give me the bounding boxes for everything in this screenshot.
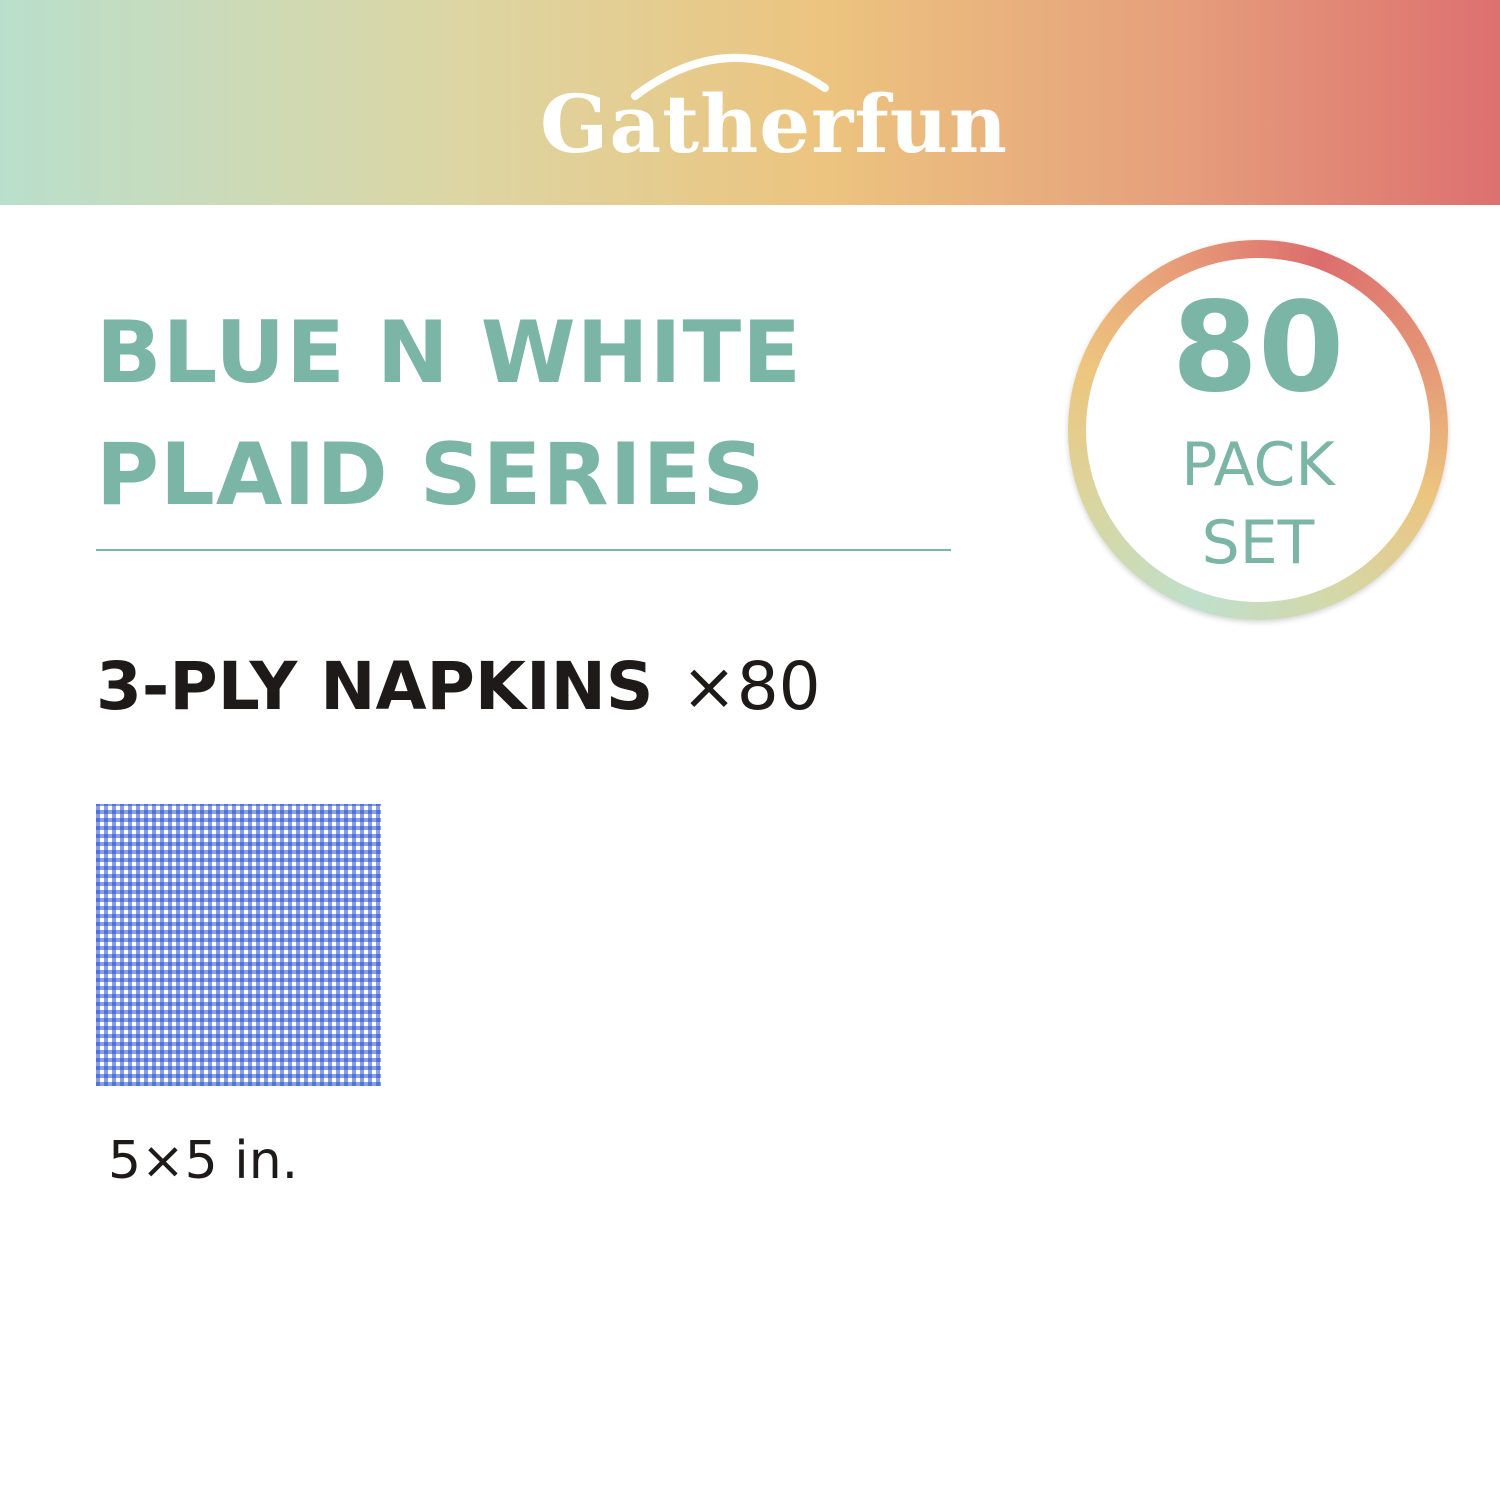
header-banner: Gatherfun <box>0 0 1500 205</box>
series-title-line-2: PLAID SERIES <box>96 425 766 525</box>
series-title: BLUE N WHITE PLAID SERIES <box>96 292 956 536</box>
product-quantity: ×80 <box>681 648 821 725</box>
pack-label-line-1: PACK <box>1181 430 1335 500</box>
series-title-line-1: BLUE N WHITE <box>96 303 802 403</box>
pack-count: 80 <box>1171 276 1345 420</box>
product-line: 3-PLY NAPKINS ×80 <box>96 642 821 732</box>
product-name: 3-PLY NAPKINS <box>96 648 654 725</box>
napkin-size: 5×5 in. <box>108 1131 299 1191</box>
brand-logo: Gatherfun <box>540 32 1009 172</box>
plaid-napkin-image <box>96 804 381 1086</box>
pack-badge: 80 PACK SET <box>1068 240 1448 620</box>
brand-name: Gatherfun <box>540 77 1009 171</box>
title-divider <box>96 549 951 551</box>
pack-label-line-2: SET <box>1201 508 1315 578</box>
product-info-page: Gatherfun BLUE N WHITE PLAID SERIES 80 P… <box>0 0 1500 1500</box>
